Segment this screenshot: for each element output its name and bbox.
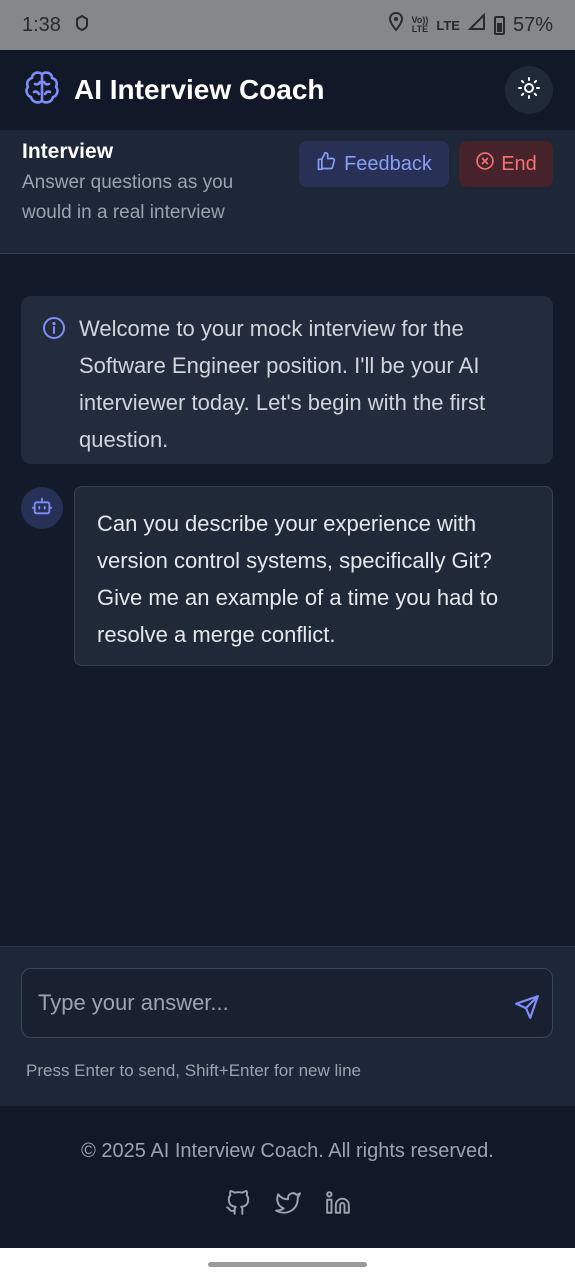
- send-icon: [515, 995, 539, 1019]
- battery-level: 57%: [512, 13, 553, 36]
- github-icon[interactable]: [225, 1190, 251, 1221]
- theme-toggle-button[interactable]: [505, 66, 553, 114]
- sun-icon: [517, 76, 541, 105]
- volte-bottom: LTE: [411, 24, 429, 34]
- notification-icon: [75, 14, 89, 37]
- input-hint: Press Enter to send, Shift+Enter for new…: [26, 1061, 361, 1080]
- app-header: AI Interview Coach: [0, 50, 575, 130]
- send-button[interactable]: [514, 994, 540, 1025]
- social-links: [0, 1190, 575, 1221]
- lte-label: LTE: [436, 17, 460, 33]
- answer-input[interactable]: [21, 968, 553, 1038]
- app-title: AI Interview Coach: [74, 74, 325, 105]
- system-message-text: Welcome to your mock interview for the S…: [79, 316, 486, 452]
- thumbs-up-icon: [316, 151, 336, 177]
- status-time: 1:38: [22, 13, 61, 36]
- interview-description: Answer questions as you would in a real …: [22, 172, 234, 223]
- bot-message-text: Can you describe your experience with ve…: [97, 511, 499, 647]
- feedback-label: Feedback: [344, 152, 432, 175]
- bot-avatar: [21, 487, 63, 529]
- info-icon: [42, 314, 66, 351]
- location-icon: [388, 11, 404, 38]
- system-nav-bar: [0, 1248, 575, 1280]
- bot-icon: [31, 495, 53, 522]
- brand[interactable]: AI Interview Coach: [22, 68, 325, 113]
- end-label: End: [501, 152, 537, 175]
- bot-message: Can you describe your experience with ve…: [74, 486, 553, 666]
- feedback-button[interactable]: Feedback: [299, 141, 449, 187]
- close-circle-icon: [475, 151, 495, 177]
- end-interview-button[interactable]: End: [459, 141, 553, 187]
- system-message: Welcome to your mock interview for the S…: [21, 296, 553, 464]
- volte-indicator: Vo)) LTE: [412, 16, 429, 34]
- brain-icon: [22, 68, 62, 113]
- status-bar: 1:38 Vo)) LTE LTE 57%: [0, 0, 575, 50]
- interview-header: Interview Answer questions as you would …: [0, 130, 575, 254]
- linkedin-icon[interactable]: [325, 1190, 351, 1221]
- battery-icon: [493, 15, 505, 35]
- input-area: Press Enter to send, Shift+Enter for new…: [0, 946, 575, 1106]
- copyright-text: © 2025 AI Interview Coach. All rights re…: [81, 1140, 494, 1162]
- twitter-icon[interactable]: [274, 1190, 301, 1221]
- home-indicator[interactable]: [208, 1262, 367, 1267]
- footer: © 2025 AI Interview Coach. All rights re…: [0, 1106, 575, 1248]
- signal-icon: [467, 12, 486, 37]
